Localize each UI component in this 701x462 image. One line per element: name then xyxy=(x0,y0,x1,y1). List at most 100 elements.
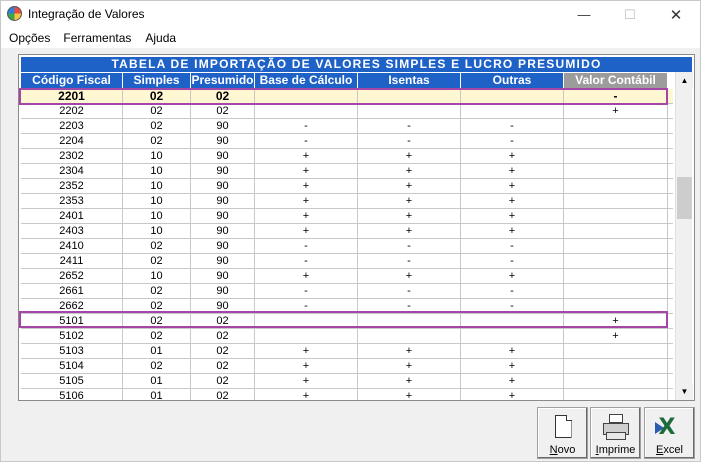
cell-isentas[interactable]: + xyxy=(358,344,461,358)
cell-base-calculo[interactable] xyxy=(255,89,358,103)
close-button[interactable]: ✕ xyxy=(653,1,699,28)
column-header-simples[interactable]: Simples xyxy=(123,73,191,88)
cell-isentas[interactable]: - xyxy=(358,119,461,133)
cell-valor-contabil[interactable] xyxy=(564,254,668,268)
cell-isentas[interactable] xyxy=(358,89,461,103)
cell-codigo-fiscal[interactable]: 2204 xyxy=(21,134,123,148)
cell-valor-contabil[interactable] xyxy=(564,149,668,163)
cell-outras[interactable]: + xyxy=(461,194,564,208)
cell-isentas[interactable]: - xyxy=(358,134,461,148)
table-row[interactable]: 5105 01 02 + + + xyxy=(21,374,673,389)
cell-base-calculo[interactable]: + xyxy=(255,389,358,400)
table-row[interactable]: 2302 10 90 + + + xyxy=(21,149,673,164)
cell-valor-contabil[interactable] xyxy=(564,179,668,193)
table-row[interactable]: 2202 02 02 + xyxy=(21,104,673,119)
table-row[interactable]: 2352 10 90 + + + xyxy=(21,179,673,194)
cell-simples[interactable]: 10 xyxy=(123,179,191,193)
cell-simples[interactable]: 10 xyxy=(123,209,191,223)
cell-valor-contabil[interactable] xyxy=(564,344,668,358)
cell-simples[interactable]: 02 xyxy=(123,359,191,373)
cell-codigo-fiscal[interactable]: 2410 xyxy=(21,239,123,253)
maximize-button[interactable]: ☐ xyxy=(607,1,653,28)
imprime-button[interactable]: Imprime xyxy=(590,407,641,459)
cell-presumido[interactable]: 90 xyxy=(191,134,255,148)
cell-presumido[interactable]: 90 xyxy=(191,119,255,133)
table-row[interactable]: 2353 10 90 + + + xyxy=(21,194,673,209)
cell-codigo-fiscal[interactable]: 2202 xyxy=(21,104,123,118)
cell-codigo-fiscal[interactable]: 2302 xyxy=(21,149,123,163)
table-row[interactable]: 2661 02 90- - - xyxy=(21,284,673,299)
cell-isentas[interactable] xyxy=(358,314,461,328)
cell-isentas[interactable]: + xyxy=(358,149,461,163)
cell-simples[interactable]: 02 xyxy=(123,89,191,103)
column-header-codigo-fiscal[interactable]: Código Fiscal xyxy=(21,73,123,88)
cell-isentas[interactable]: + xyxy=(358,224,461,238)
cell-presumido[interactable]: 02 xyxy=(191,389,255,400)
cell-simples[interactable]: 02 xyxy=(123,254,191,268)
cell-codigo-fiscal[interactable]: 2652 xyxy=(21,269,123,283)
table-row[interactable]: 2204 02 90- - - xyxy=(21,134,673,149)
cell-simples[interactable]: 10 xyxy=(123,164,191,178)
cell-base-calculo[interactable]: - xyxy=(255,299,358,313)
cell-isentas[interactable] xyxy=(358,329,461,343)
minimize-button[interactable]: — xyxy=(561,1,607,28)
cell-presumido[interactable]: 02 xyxy=(191,359,255,373)
cell-outras[interactable] xyxy=(461,89,564,103)
cell-outras[interactable]: - xyxy=(461,239,564,253)
column-header-isentas[interactable]: Isentas xyxy=(358,73,461,88)
cell-isentas[interactable]: + xyxy=(358,209,461,223)
cell-codigo-fiscal[interactable]: 5102 xyxy=(21,329,123,343)
cell-presumido[interactable]: 02 xyxy=(191,329,255,343)
cell-outras[interactable] xyxy=(461,314,564,328)
table-row[interactable]: 2662 02 90- - - xyxy=(21,299,673,314)
cell-outras[interactable]: + xyxy=(461,389,564,400)
cell-base-calculo[interactable]: - xyxy=(255,119,358,133)
cell-base-calculo[interactable]: - xyxy=(255,284,358,298)
cell-outras[interactable]: + xyxy=(461,374,564,388)
cell-codigo-fiscal[interactable]: 2201 xyxy=(21,89,123,103)
cell-presumido[interactable]: 90 xyxy=(191,209,255,223)
cell-valor-contabil[interactable] xyxy=(564,269,668,283)
cell-simples[interactable]: 01 xyxy=(123,389,191,400)
cell-outras[interactable]: + xyxy=(461,164,564,178)
cell-base-calculo[interactable]: + xyxy=(255,224,358,238)
table-row[interactable]: 2410 02 90- - - xyxy=(21,239,673,254)
cell-presumido[interactable]: 90 xyxy=(191,164,255,178)
cell-outras[interactable] xyxy=(461,104,564,118)
cell-valor-contabil[interactable] xyxy=(564,284,668,298)
cell-outras[interactable]: + xyxy=(461,359,564,373)
cell-valor-contabil[interactable] xyxy=(564,239,668,253)
cell-base-calculo[interactable]: + xyxy=(255,374,358,388)
menu-ajuda[interactable]: Ajuda xyxy=(137,31,176,45)
cell-valor-contabil[interactable]: + xyxy=(564,104,668,118)
cell-base-calculo[interactable]: - xyxy=(255,134,358,148)
scroll-up-icon[interactable]: ▲ xyxy=(676,72,693,89)
cell-codigo-fiscal[interactable]: 2662 xyxy=(21,299,123,313)
cell-simples[interactable]: 02 xyxy=(123,299,191,313)
cell-simples[interactable]: 02 xyxy=(123,284,191,298)
cell-presumido[interactable]: 90 xyxy=(191,254,255,268)
cell-presumido[interactable]: 02 xyxy=(191,344,255,358)
cell-outras[interactable]: + xyxy=(461,179,564,193)
cell-codigo-fiscal[interactable]: 5103 xyxy=(21,344,123,358)
cell-isentas[interactable]: - xyxy=(358,254,461,268)
cell-outras[interactable]: + xyxy=(461,269,564,283)
table-row[interactable]: 5103 01 02 + + + xyxy=(21,344,673,359)
cell-base-calculo[interactable]: + xyxy=(255,269,358,283)
cell-simples[interactable]: 02 xyxy=(123,239,191,253)
vertical-scrollbar[interactable]: ▲ ▼ xyxy=(675,72,693,400)
cell-simples[interactable]: 02 xyxy=(123,119,191,133)
cell-presumido[interactable]: 90 xyxy=(191,269,255,283)
table-row[interactable]: 2401 10 90 + + + xyxy=(21,209,673,224)
cell-codigo-fiscal[interactable]: 2403 xyxy=(21,224,123,238)
cell-outras[interactable]: - xyxy=(461,284,564,298)
cell-simples[interactable]: 02 xyxy=(123,329,191,343)
cell-presumido[interactable]: 02 xyxy=(191,374,255,388)
cell-simples[interactable]: 01 xyxy=(123,344,191,358)
cell-base-calculo[interactable] xyxy=(255,314,358,328)
menu-ferramentas[interactable]: Ferramentas xyxy=(55,31,131,45)
cell-base-calculo[interactable]: + xyxy=(255,194,358,208)
cell-valor-contabil[interactable] xyxy=(564,224,668,238)
cell-outras[interactable]: - xyxy=(461,119,564,133)
cell-isentas[interactable]: + xyxy=(358,194,461,208)
